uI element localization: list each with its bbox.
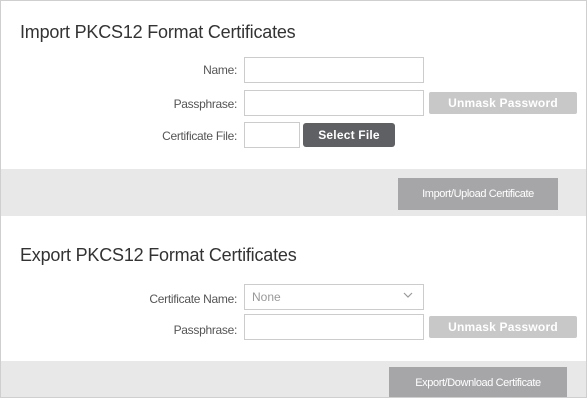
select-file-button[interactable]: Select File bbox=[303, 123, 395, 147]
import-unmask-password-button[interactable]: Unmask Password bbox=[429, 92, 577, 114]
export-action-bar: Export/Download Certificate bbox=[1, 361, 586, 397]
certificate-name-label: Certificate Name: bbox=[149, 292, 237, 306]
export-passphrase-input[interactable] bbox=[244, 314, 424, 340]
certificate-name-select[interactable]: None bbox=[244, 284, 424, 310]
import-upload-certificate-button[interactable]: Import/Upload Certificate bbox=[398, 178, 558, 210]
export-unmask-password-button[interactable]: Unmask Password bbox=[429, 316, 577, 338]
export-download-certificate-button[interactable]: Export/Download Certificate bbox=[389, 367, 567, 397]
name-label: Name: bbox=[203, 63, 237, 77]
certificate-file-label: Certificate File: bbox=[162, 129, 237, 143]
import-passphrase-label: Passphrase: bbox=[173, 97, 238, 111]
import-section-title: Import PKCS12 Format Certificates bbox=[20, 22, 296, 42]
export-passphrase-label: Passphrase: bbox=[173, 323, 238, 337]
import-action-bar: Import/Upload Certificate bbox=[1, 169, 586, 216]
name-input[interactable] bbox=[244, 57, 424, 83]
chevron-down-icon bbox=[403, 292, 413, 298]
import-passphrase-input[interactable] bbox=[244, 90, 424, 116]
export-section-title: Export PKCS12 Format Certificates bbox=[20, 245, 297, 265]
certificate-file-input[interactable] bbox=[244, 122, 300, 148]
certificates-panel: Import PKCS12 Format Certificates Name: … bbox=[0, 0, 587, 398]
certificate-name-selected-value: None bbox=[252, 290, 281, 304]
